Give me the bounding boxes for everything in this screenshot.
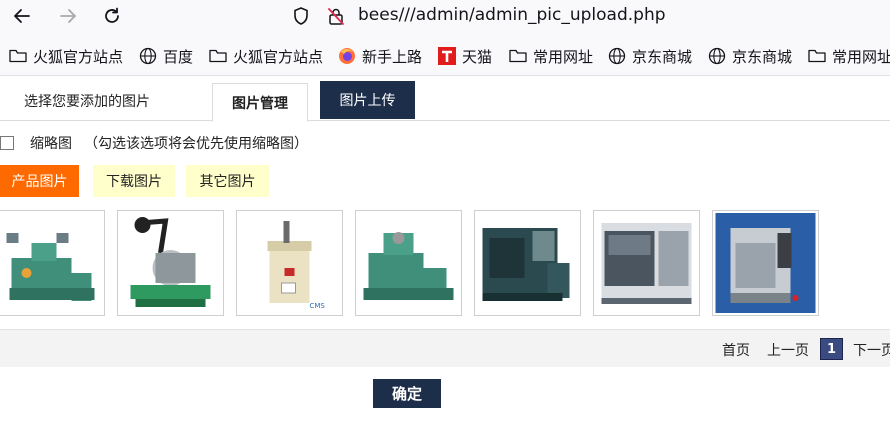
bookmark-label: 天猫 [462, 47, 493, 66]
pager-first-link[interactable]: 首页 [722, 340, 750, 360]
machine-picture: CMS [239, 213, 340, 313]
bookmark-item[interactable]: 火狐官方站点 [208, 45, 323, 67]
tab-picture-upload[interactable]: 图片上传 [320, 81, 415, 119]
machine-picture [358, 213, 459, 313]
folder-icon [508, 46, 528, 66]
tmall-icon [437, 46, 457, 66]
reload-button[interactable] [98, 3, 126, 29]
bookmarks-bar: 火狐官方站点 百度 火狐官方站点 新手上路 天猫 常用网址 京东商城 京东商城 … [0, 34, 890, 76]
pager-prev-link[interactable]: 上一页 [767, 340, 809, 360]
tab-select-label: 选择您要添加的图片 [24, 94, 150, 110]
bookmark-label: 火狐官方站点 [33, 47, 124, 66]
globe-icon [607, 46, 627, 66]
reload-icon [105, 7, 119, 23]
category-download-button[interactable]: 下载图片 [93, 165, 175, 197]
confirm-button[interactable]: 确定 [373, 379, 441, 408]
arrow-left-icon [14, 9, 30, 23]
bookmark-item[interactable]: 常用网址 [508, 45, 593, 67]
bookmark-label: 京东商城 [632, 47, 693, 66]
bookmark-label: 火狐官方站点 [233, 47, 324, 66]
bookmark-item[interactable]: 天猫 [437, 45, 492, 67]
machine-picture [596, 213, 697, 313]
machine-image-3[interactable]: CMS [236, 210, 343, 316]
machine-picture [1, 213, 102, 313]
thumbnail-label: 缩略图 [30, 136, 72, 152]
globe-icon [138, 46, 158, 66]
bookmark-item[interactable]: 常用网址 [807, 45, 890, 67]
bookmark-label: 常用网址 [832, 47, 890, 66]
category-other-button[interactable]: 其它图片 [186, 165, 269, 197]
bookmark-item[interactable]: 火狐官方站点 [8, 45, 123, 67]
pager-current-page[interactable]: 1 [820, 338, 843, 360]
bookmark-item[interactable]: 百度 [138, 45, 193, 67]
tab-picture-manage[interactable]: 图片管理 [212, 83, 308, 122]
machine-picture [120, 213, 221, 313]
machine-image-4[interactable] [355, 210, 462, 316]
svg-text:CMS: CMS [310, 302, 326, 310]
globe-icon [707, 46, 727, 66]
url-bar[interactable]: bees///admin/admin_pic_upload.php [358, 5, 666, 25]
machine-image-2[interactable] [117, 210, 224, 316]
browser-toolbar: bees///admin/admin_pic_upload.php [0, 0, 890, 34]
bookmark-item[interactable]: 新手上路 [337, 45, 422, 67]
bookmark-label: 常用网址 [533, 47, 594, 66]
insecure-lock-icon[interactable] [324, 5, 348, 27]
folder-icon [8, 46, 28, 66]
machine-picture [715, 213, 816, 313]
bookmark-item[interactable]: 京东商城 [707, 45, 792, 67]
machine-image-1[interactable] [0, 210, 105, 316]
forward-button[interactable] [54, 3, 82, 29]
bookmark-label: 百度 [163, 47, 194, 66]
machine-image-7[interactable] [712, 210, 819, 316]
thumbnail-option: 缩略图 （勾选该选项将会优先使用缩略图） [0, 132, 308, 154]
arrow-right-icon [60, 9, 76, 23]
machine-image-6[interactable] [593, 210, 700, 316]
machine-picture [477, 213, 578, 313]
machine-image-5[interactable] [474, 210, 581, 316]
tracking-shield-icon[interactable] [289, 5, 313, 27]
back-button[interactable] [8, 3, 36, 29]
pagination: 首页 上一页 1 下一页 [0, 329, 890, 367]
firefox-icon [337, 46, 357, 66]
category-product-button[interactable]: 产品图片 [0, 165, 79, 197]
picture-tabs: 选择您要添加的图片 图片管理 图片上传 [0, 77, 890, 122]
bookmark-label: 京东商城 [732, 47, 793, 66]
pager-next-link[interactable]: 下一页 [853, 340, 890, 360]
thumbnail-checkbox[interactable] [0, 136, 14, 150]
folder-icon [208, 46, 228, 66]
folder-icon [807, 46, 827, 66]
bookmark-item[interactable]: 京东商城 [607, 45, 692, 67]
bookmark-label: 新手上路 [362, 47, 423, 66]
thumbnail-hint: （勾选该选项将会优先使用缩略图） [84, 136, 308, 152]
